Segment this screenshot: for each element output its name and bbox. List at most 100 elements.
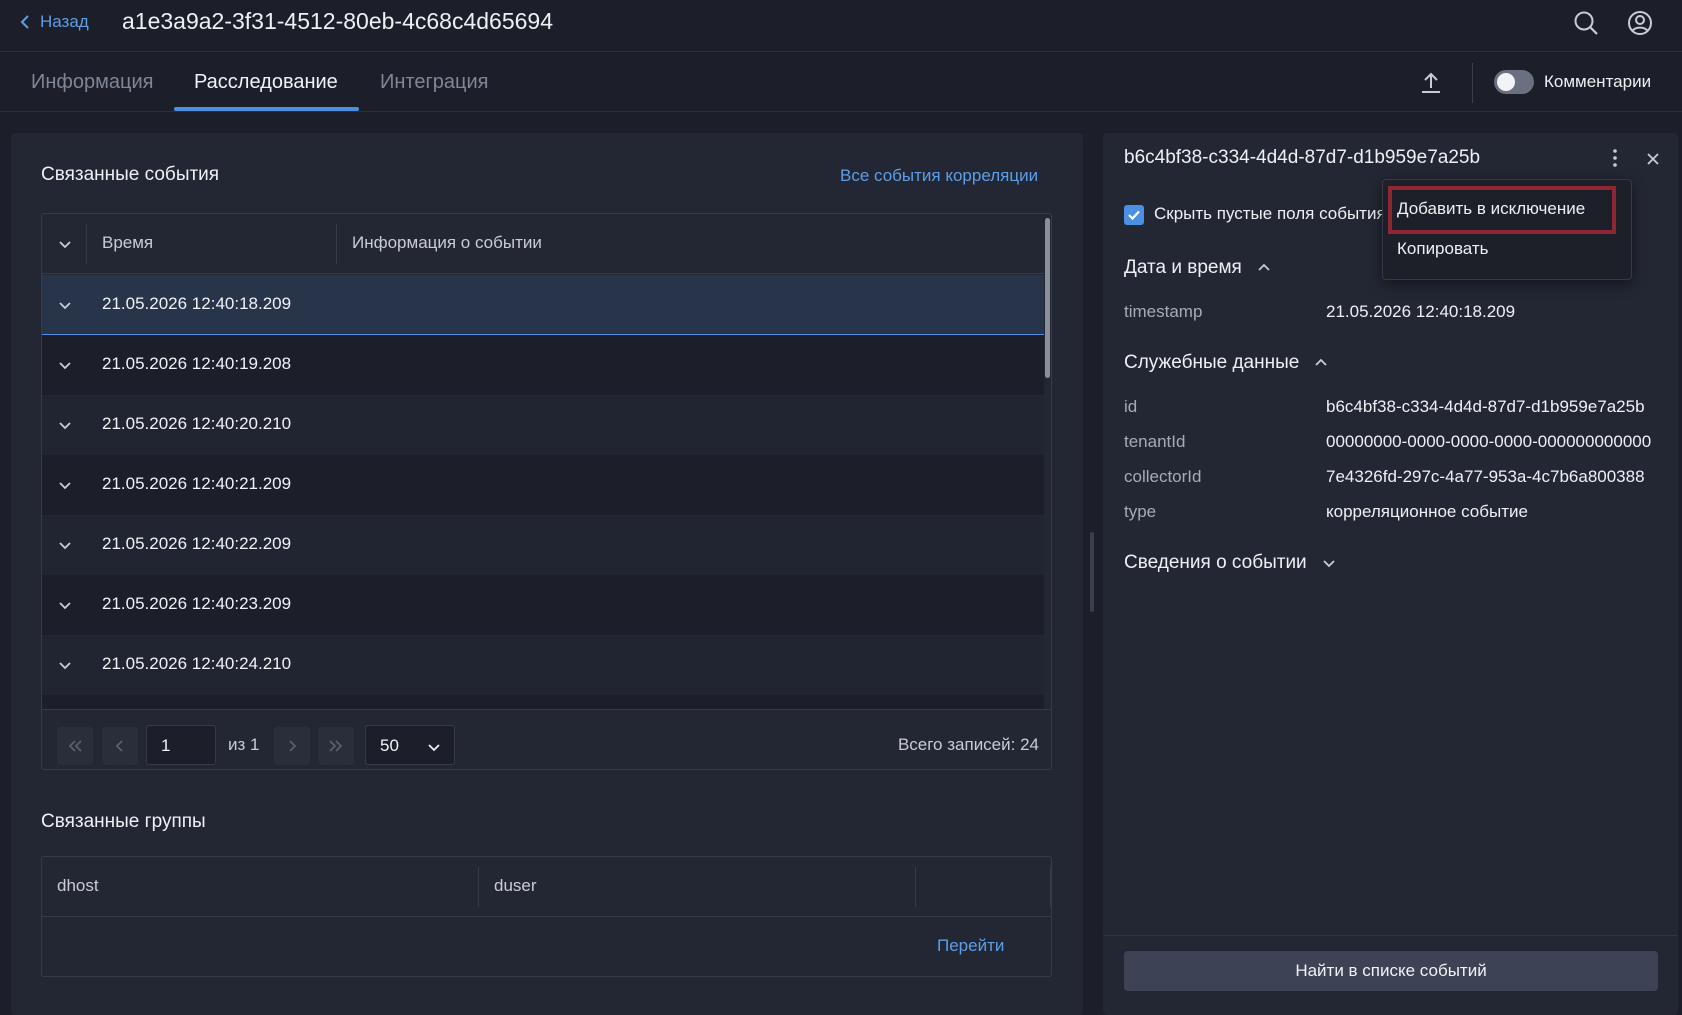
- column-header-duser[interactable]: duser: [494, 876, 537, 896]
- field-value: 7e4326fd-297c-4a77-953a-4c7b6a800388: [1326, 467, 1645, 486]
- table-row[interactable]: 21.05.2026 12:40:20.210: [42, 395, 1044, 455]
- back-label: Назад: [40, 12, 89, 31]
- section-event-info-header[interactable]: Сведения о событии: [1124, 552, 1337, 574]
- section-datetime-title: Дата и время: [1124, 257, 1242, 278]
- section-service-header[interactable]: Служебные данные: [1124, 352, 1329, 374]
- chevron-down-icon[interactable]: [57, 597, 73, 613]
- chevron-up-icon: [1258, 263, 1270, 271]
- close-icon[interactable]: [1644, 150, 1662, 168]
- last-page-button[interactable]: [318, 727, 354, 765]
- toolbar-divider: [1472, 63, 1473, 103]
- chevron-left-icon: [115, 740, 123, 752]
- chevron-down-icon[interactable]: [57, 537, 73, 553]
- footer-divider: [1103, 935, 1678, 936]
- field-key: collectorId: [1124, 467, 1202, 486]
- page-title: a1e3a9a2-3f31-4512-80eb-4c68c4d65694: [122, 8, 553, 34]
- table-row[interactable]: 21.05.2026 12:40:21.209: [42, 455, 1044, 515]
- column-header-event-info[interactable]: Информация о событии: [352, 233, 542, 253]
- field-value: корреляционное событие: [1326, 502, 1528, 521]
- column-divider: [86, 224, 87, 264]
- page-of-label: из 1: [228, 735, 260, 754]
- chevron-down-icon[interactable]: [57, 236, 73, 252]
- user-account-icon[interactable]: [1626, 9, 1654, 37]
- more-options-icon[interactable]: [1605, 147, 1625, 169]
- comments-toggle[interactable]: [1494, 70, 1534, 94]
- chevron-up-icon: [1315, 358, 1327, 366]
- column-header-dhost[interactable]: dhost: [57, 876, 99, 896]
- double-chevron-left-icon: [68, 740, 82, 752]
- menu-item-copy[interactable]: Копировать: [1397, 239, 1489, 259]
- table-row[interactable]: 21.05.2026 12:40:22.209: [42, 515, 1044, 575]
- back-button[interactable]: Назад: [20, 11, 89, 33]
- hide-empty-fields-label: Скрыть пустые поля события: [1154, 204, 1386, 223]
- search-icon[interactable]: [1572, 9, 1600, 37]
- tab-investigation[interactable]: Расследование: [194, 71, 338, 94]
- chevron-down-icon[interactable]: [57, 477, 73, 493]
- field-key: tenantId: [1124, 432, 1186, 451]
- all-correlation-events-link[interactable]: Все события корреляции: [840, 166, 1038, 186]
- toggle-knob: [1497, 73, 1515, 91]
- chevron-down-icon[interactable]: [57, 417, 73, 433]
- section-datetime-header[interactable]: Дата и время: [1124, 257, 1272, 279]
- upload-icon[interactable]: [1418, 70, 1444, 96]
- chevron-down-icon: [1323, 560, 1335, 568]
- column-divider: [915, 867, 916, 907]
- table-scrollbar-thumb[interactable]: [1045, 218, 1050, 378]
- table-row[interactable]: 21.05.2026 12:40:18.209: [42, 275, 1044, 335]
- related-groups-title: Связанные группы: [41, 811, 206, 832]
- go-to-group-link[interactable]: Перейти: [937, 936, 1004, 956]
- chevron-down-icon[interactable]: [57, 657, 73, 673]
- section-event-info-title: Сведения о событии: [1124, 552, 1307, 573]
- field-key: type: [1124, 502, 1157, 521]
- comments-label: Комментарии: [1544, 72, 1652, 91]
- event-time: 21.05.2026 12:40:21.209: [102, 474, 292, 493]
- pagination: 1 из 1 50 Всего записей: 24: [42, 709, 1051, 769]
- event-time: 21.05.2026 12:40:24.210: [102, 654, 292, 673]
- context-menu: Добавить в исключение Копировать: [1382, 179, 1632, 280]
- chevron-down-icon[interactable]: [57, 357, 73, 373]
- table-row[interactable]: 21.05.2026 12:40:23.209: [42, 575, 1044, 635]
- page-size-value: 50: [380, 736, 399, 755]
- chevron-down-icon[interactable]: [57, 297, 73, 313]
- first-page-button[interactable]: [57, 727, 93, 765]
- field-value: b6c4bf38-c334-4d4d-87d7-d1b959e7a25b: [1326, 397, 1645, 416]
- field-key: timestamp: [1124, 302, 1203, 321]
- checkmark-icon: [1128, 210, 1140, 221]
- field-value: 00000000-0000-0000-0000-000000000000: [1326, 432, 1652, 451]
- tab-information[interactable]: Информация: [31, 71, 153, 94]
- event-time: 21.05.2026 12:40:22.209: [102, 534, 292, 553]
- double-chevron-right-icon: [329, 740, 343, 752]
- event-time: 21.05.2026 12:40:20.210: [102, 414, 292, 433]
- active-tab-indicator: [174, 107, 359, 111]
- column-header-time[interactable]: Время: [102, 233, 153, 253]
- chevron-right-icon: [289, 740, 297, 752]
- page-size-select[interactable]: 50: [365, 725, 455, 765]
- next-page-button[interactable]: [274, 727, 310, 765]
- field-value: 21.05.2026 12:40:18.209: [1326, 302, 1516, 321]
- total-records: Всего записей: 24: [897, 735, 1039, 754]
- tab-integration[interactable]: Интеграция: [380, 71, 488, 94]
- event-time: 21.05.2026 12:40:23.209: [102, 594, 292, 613]
- hide-empty-fields-checkbox[interactable]: [1124, 205, 1144, 225]
- page-number-input[interactable]: 1: [146, 725, 216, 765]
- table-row[interactable]: 21.05.2026 12:40:24.210: [42, 635, 1044, 695]
- table-row: [42, 695, 1044, 709]
- column-divider: [478, 867, 479, 907]
- event-details-title: b6c4bf38-c334-4d4d-87d7-d1b959e7a25b: [1124, 147, 1481, 168]
- chevron-down-icon: [428, 744, 440, 752]
- find-in-events-button[interactable]: Найти в списке событий: [1124, 951, 1658, 991]
- event-time: 21.05.2026 12:40:18.209: [102, 294, 292, 313]
- prev-page-button[interactable]: [102, 727, 138, 765]
- table-header: Время Информация о событии: [42, 214, 1044, 274]
- menu-item-add-exclusion[interactable]: Добавить в исключение: [1397, 199, 1585, 219]
- panel-resize-handle[interactable]: [1090, 532, 1094, 612]
- event-time: 21.05.2026 12:40:19.208: [102, 354, 292, 373]
- column-divider: [1050, 867, 1051, 907]
- related-events-title: Связанные события: [41, 164, 220, 185]
- section-service-title: Служебные данные: [1124, 352, 1300, 373]
- chevron-left-icon: [20, 15, 29, 29]
- field-key: id: [1124, 397, 1138, 416]
- related-groups-table: dhost duser Перейти: [41, 856, 1052, 977]
- related-events-table: Время Информация о событии 21.05.2026 12…: [41, 213, 1052, 770]
- table-row[interactable]: 21.05.2026 12:40:19.208: [42, 335, 1044, 395]
